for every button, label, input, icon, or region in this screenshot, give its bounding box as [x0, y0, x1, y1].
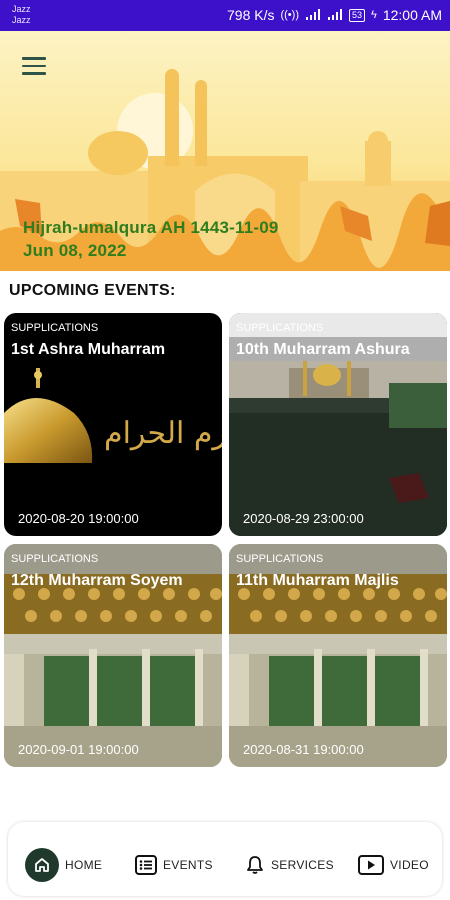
event-datetime: 2020-09-01 19:00:00 [18, 742, 139, 757]
charging-icon: ϟ [371, 9, 377, 21]
event-title: 10th Muharram Ashura [236, 341, 410, 358]
event-category: SUPPLICATIONS [11, 553, 99, 565]
event-title: 12th Muharram Soyem [11, 572, 183, 589]
carrier-1: Jazz [12, 4, 31, 14]
event-category: SUPPLICATIONS [236, 322, 324, 334]
nav-services-label: SERVICES [271, 858, 334, 872]
gregorian-date: Jun 08, 2022 [23, 241, 127, 260]
event-title: 1st Ashra Muharram [11, 341, 166, 358]
event-category: SUPPLICATIONS [236, 553, 324, 565]
status-right: 798 K/s ((•)) 53 ϟ 12:00 AM [227, 7, 442, 23]
event-card[interactable]: SUPPLICATIONS 10th Muharram Ashura 2020-… [229, 313, 447, 536]
list-icon [135, 855, 157, 875]
section-title: UPCOMING EVENTS: [9, 282, 176, 299]
event-datetime: 2020-08-20 19:00:00 [18, 511, 139, 526]
nav-video[interactable]: VIDEO [358, 848, 429, 882]
signal-icon [306, 9, 320, 20]
header-banner: Hijrah-umalqura AH 1443-11-09 Jun 08, 20… [0, 31, 450, 271]
event-datetime: 2020-08-29 23:00:00 [243, 511, 364, 526]
menu-icon-bar [22, 64, 46, 67]
event-category: SUPPLICATIONS [11, 322, 99, 334]
nav-home[interactable]: HOME [25, 848, 102, 882]
clock: 12:00 AM [382, 7, 442, 23]
menu-button[interactable] [22, 57, 52, 81]
nav-events-label: EVENTS [163, 858, 213, 872]
nav-video-label: VIDEO [390, 858, 429, 872]
carrier-2: Jazz [12, 15, 31, 25]
menu-icon-bar [22, 57, 46, 60]
signal-icon [328, 9, 342, 20]
bell-icon [245, 855, 265, 875]
hotspot-icon: ((•)) [280, 9, 299, 21]
nav-services[interactable]: SERVICES [245, 848, 334, 882]
battery-icon: 53 [349, 8, 366, 22]
event-title: 11th Muharram Majlis [236, 572, 399, 589]
home-icon [25, 848, 59, 882]
status-bar: Jazz Jazz 798 K/s ((•)) 53 ϟ 12:00 AM [0, 0, 450, 31]
event-card[interactable]: SUPPLICATIONS 12th Muharram Soyem 2020-0… [4, 544, 222, 767]
event-card[interactable]: SUPPLICATIONS 11th Muharram Majlis 2020-… [229, 544, 447, 767]
menu-icon-bar [22, 72, 46, 75]
carrier-labels: Jazz Jazz [12, 4, 31, 26]
hijri-date: Hijrah-umalqura AH 1443-11-09 [23, 218, 279, 237]
bottom-navigation: HOME EVENTS SERVICES VIDEO [8, 822, 442, 896]
arabic-calligraphy: محرم الحرام [104, 416, 222, 451]
play-video-icon [358, 855, 384, 875]
network-speed: 798 K/s [227, 7, 275, 23]
nav-home-label: HOME [65, 858, 103, 872]
nav-events[interactable]: EVENTS [135, 848, 213, 882]
event-datetime: 2020-08-31 19:00:00 [243, 742, 364, 757]
event-card[interactable]: محرم الحرام SUPPLICATIONS 1st Ashra Muha… [4, 313, 222, 536]
